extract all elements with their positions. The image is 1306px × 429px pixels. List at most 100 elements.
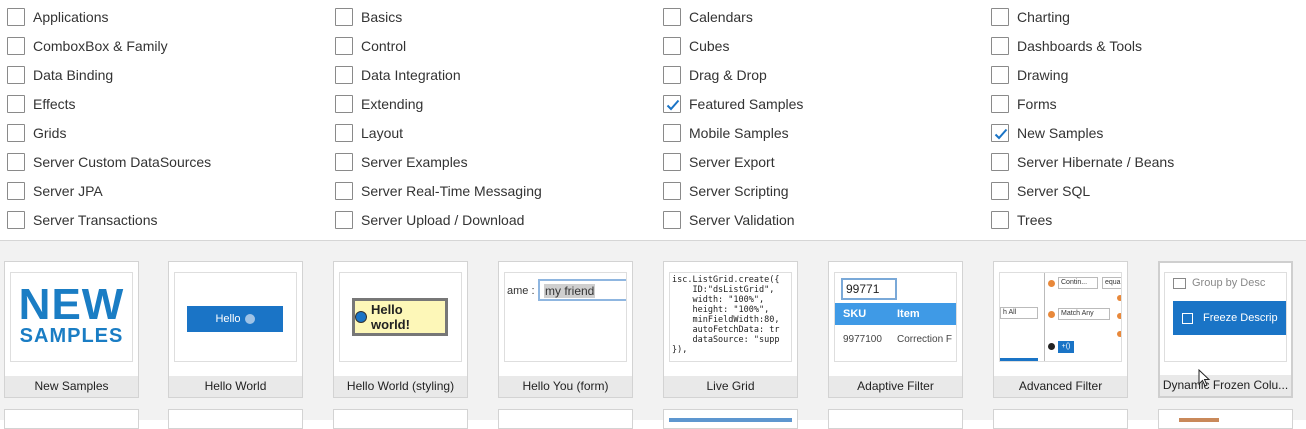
category-checkbox-item[interactable]: Grids	[7, 123, 66, 143]
tile-dynamic-frozen-columns[interactable]: Group by Desc Freeze Descrip Dynamic Fro…	[1158, 261, 1293, 398]
checkbox[interactable]	[991, 124, 1009, 142]
tile-partial[interactable]	[993, 409, 1128, 429]
category-checkbox-item[interactable]: Drawing	[991, 65, 1068, 85]
checkbox[interactable]	[7, 95, 25, 113]
category-checkbox-item[interactable]: Server Hibernate / Beans	[991, 152, 1174, 172]
checkbox[interactable]	[7, 124, 25, 142]
category-checkbox-item[interactable]: Layout	[335, 123, 403, 143]
checkbox[interactable]	[663, 95, 681, 113]
thumb-side-select: h All	[1000, 307, 1038, 319]
checkbox[interactable]	[7, 211, 25, 229]
checkbox[interactable]	[7, 8, 25, 26]
checkbox[interactable]	[335, 182, 353, 200]
thumb-button-label: Hello	[215, 313, 241, 325]
checkbox[interactable]	[663, 8, 681, 26]
checkbox[interactable]	[335, 124, 353, 142]
tile-adaptive-filter[interactable]: 99771 SKU Item 9977100 Correction F Adap…	[828, 261, 963, 398]
tile-advanced-filter[interactable]: h All Contin... equal Match Any +() Adva…	[993, 261, 1128, 398]
category-checkbox-item[interactable]: New Samples	[991, 123, 1103, 143]
checkbox[interactable]	[663, 66, 681, 84]
tile-partial[interactable]	[663, 409, 798, 429]
checkbox[interactable]	[335, 8, 353, 26]
checkbox[interactable]	[991, 95, 1009, 113]
category-checkbox-item[interactable]: Server Transactions	[7, 210, 158, 230]
code-line: isc.ListGrid.create({	[672, 275, 780, 285]
checkbox[interactable]	[7, 182, 25, 200]
category-checkbox-item[interactable]: Effects	[7, 94, 76, 114]
category-checkbox-item[interactable]: Basics	[335, 7, 402, 27]
category-checkbox-item[interactable]: Mobile Samples	[663, 123, 789, 143]
category-checkbox-item[interactable]: ComboxBox & Family	[7, 36, 168, 56]
checkbox[interactable]	[335, 66, 353, 84]
checkbox[interactable]	[991, 8, 1009, 26]
category-checkbox-item[interactable]: Server Validation	[663, 210, 795, 230]
category-label: Cubes	[689, 38, 730, 54]
checkbox[interactable]	[991, 37, 1009, 55]
category-checkbox-item[interactable]: Featured Samples	[663, 94, 803, 114]
checkbox[interactable]	[991, 153, 1009, 171]
category-checkbox-item[interactable]: Data Binding	[7, 65, 113, 85]
category-checkbox-item[interactable]: Control	[335, 36, 406, 56]
checkbox[interactable]	[663, 153, 681, 171]
checkbox[interactable]	[335, 95, 353, 113]
tile-live-grid[interactable]: isc.ListGrid.create({ ID:"dsListGrid", w…	[663, 261, 798, 398]
checkbox[interactable]	[991, 66, 1009, 84]
thumb-input-value: my friend	[544, 284, 596, 298]
category-checkbox-item[interactable]: Drag & Drop	[663, 65, 767, 85]
category-checkbox-item[interactable]: Applications	[7, 7, 109, 27]
category-label: Server Transactions	[33, 212, 158, 228]
category-label: Calendars	[689, 9, 753, 25]
checkbox[interactable]	[7, 66, 25, 84]
category-checkbox-item[interactable]: Server Custom DataSources	[7, 152, 211, 172]
category-checkbox-item[interactable]: Server SQL	[991, 181, 1090, 201]
tile-new-samples[interactable]: NEW SAMPLES New Samples	[4, 261, 139, 398]
sample-gallery: NEW SAMPLES New Samples Hello Hello Worl…	[0, 241, 1306, 429]
checkbox[interactable]	[991, 211, 1009, 229]
tile-partial[interactable]	[168, 409, 303, 429]
thumb-menu-item-selected: Freeze Descrip	[1173, 301, 1286, 335]
category-checkbox-item[interactable]: Charting	[991, 7, 1070, 27]
checkbox[interactable]	[991, 182, 1009, 200]
tile-hello-world[interactable]: Hello Hello World	[168, 261, 303, 398]
category-checkbox-item[interactable]: Server Examples	[335, 152, 468, 172]
category-label: Data Integration	[361, 67, 461, 83]
checkbox[interactable]	[663, 211, 681, 229]
category-checkbox-item[interactable]: Trees	[991, 210, 1052, 230]
tile-partial[interactable]	[333, 409, 468, 429]
thumb-menu-label: Freeze Descrip	[1203, 312, 1278, 324]
tile-partial[interactable]	[1158, 409, 1293, 429]
category-checkbox-item[interactable]: Cubes	[663, 36, 729, 56]
category-checkbox-item[interactable]: Dashboards & Tools	[991, 36, 1142, 56]
category-checkbox-item[interactable]: Server Real-Time Messaging	[335, 181, 542, 201]
tile-partial[interactable]	[828, 409, 963, 429]
category-checkbox-item[interactable]: Server JPA	[7, 181, 103, 201]
category-checkbox-item[interactable]: Data Integration	[335, 65, 461, 85]
category-checkbox-item[interactable]: Server Export	[663, 152, 775, 172]
tile-caption: Hello You (form)	[499, 376, 632, 397]
tile-hello-you-form[interactable]: ame : my friend Hello You (form)	[498, 261, 633, 398]
thumb-hello-button: Hello	[187, 306, 283, 332]
tile-partial[interactable]	[4, 409, 139, 429]
checkbox[interactable]	[663, 37, 681, 55]
checkmark-icon	[666, 99, 680, 111]
thumb-styled-button: Hello world!	[352, 298, 448, 336]
checkbox[interactable]	[7, 153, 25, 171]
tile-hello-world-styling[interactable]: Hello world! Hello World (styling)	[333, 261, 468, 398]
checkbox[interactable]	[663, 124, 681, 142]
checkbox[interactable]	[335, 37, 353, 55]
category-label: Server Upload / Download	[361, 212, 525, 228]
checkbox[interactable]	[7, 37, 25, 55]
checkbox[interactable]	[335, 153, 353, 171]
category-checkbox-item[interactable]: Calendars	[663, 7, 753, 27]
code-line: ID:"dsListGrid",	[672, 285, 775, 295]
category-label: Effects	[33, 96, 76, 112]
checkbox[interactable]	[663, 182, 681, 200]
category-checkbox-item[interactable]: Forms	[991, 94, 1057, 114]
checkbox[interactable]	[335, 211, 353, 229]
tile-partial[interactable]	[498, 409, 633, 429]
category-label: Drawing	[1017, 67, 1069, 83]
category-checkbox-item[interactable]: Extending	[335, 94, 423, 114]
category-checkbox-item[interactable]: Server Scripting	[663, 181, 789, 201]
category-checkbox-item[interactable]: Server Upload / Download	[335, 210, 524, 230]
thumb-cell-item: Correction F	[897, 334, 953, 345]
